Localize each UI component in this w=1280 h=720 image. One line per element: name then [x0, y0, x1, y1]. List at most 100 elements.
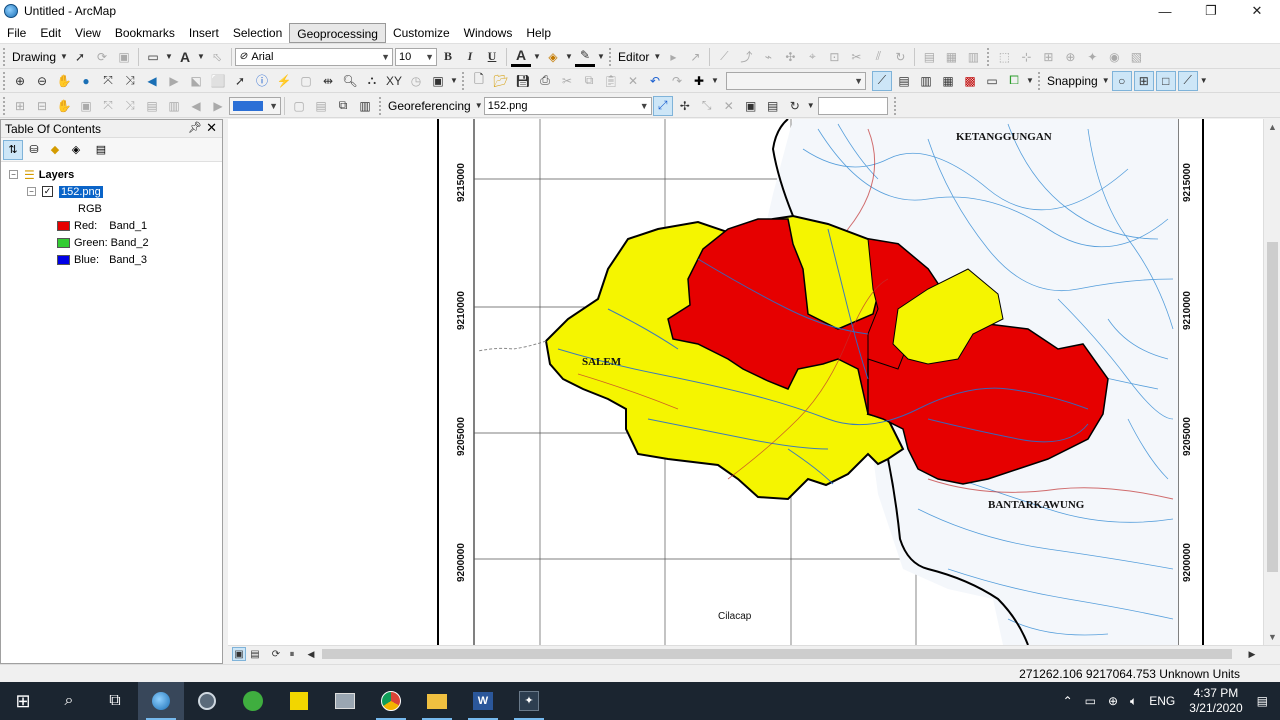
find-icon[interactable]: 🔍︎: [340, 71, 360, 91]
toolbar-grip[interactable]: [379, 96, 382, 115]
taskbar-arcmap-icon[interactable]: [138, 682, 184, 720]
copy-icon[interactable]: ⧉: [579, 71, 599, 91]
pin-icon[interactable]: 📌︎: [188, 121, 202, 134]
error-inspector-icon[interactable]: ▧: [1126, 47, 1146, 67]
rotate-icon[interactable]: ⟳: [92, 47, 112, 67]
network-icon[interactable]: ⊕: [1108, 694, 1118, 708]
close-button[interactable]: ✕: [1234, 0, 1280, 22]
rotate-feature-icon[interactable]: ↻: [890, 47, 910, 67]
undo-icon[interactable]: ↶: [645, 71, 665, 91]
menu-bookmarks[interactable]: Bookmarks: [108, 23, 182, 43]
model-builder-icon[interactable]: ⧠: [1004, 71, 1024, 91]
toggle-draft-mode-icon[interactable]: ▢: [289, 96, 309, 116]
list-by-source-icon[interactable]: ⛁: [24, 140, 44, 160]
search-window-icon[interactable]: ▦: [938, 71, 958, 91]
cut-polygons-icon[interactable]: ✂: [846, 47, 866, 67]
select-elements-tool-icon[interactable]: ➚: [230, 71, 250, 91]
scroll-right-icon[interactable]: ▶: [1245, 647, 1259, 661]
edit-vertices-icon[interactable]: ⌖: [802, 47, 822, 67]
end-point-arc-icon[interactable]: ⤴: [736, 47, 756, 67]
straight-segment-icon[interactable]: ⟋: [714, 47, 734, 67]
dropdown-arrow-icon[interactable]: ▼: [60, 47, 68, 67]
data-driven-pages-icon[interactable]: ▥: [355, 96, 375, 116]
menu-geoprocessing[interactable]: Geoprocessing: [289, 22, 386, 43]
paste-icon[interactable]: 📋︎: [601, 71, 621, 91]
list-by-selection-icon[interactable]: ◈: [66, 140, 86, 160]
line-color-icon[interactable]: ✎: [575, 47, 596, 67]
create-viewer-window-icon[interactable]: ▣: [428, 71, 448, 91]
horizontal-scrollbar[interactable]: [316, 648, 1246, 660]
editor-menu[interactable]: Editor: [615, 50, 652, 64]
layout-tool-10-icon[interactable]: ▶: [208, 96, 228, 116]
zoom-whole-page-icon[interactable]: ▣: [114, 47, 134, 67]
taskbar-arccatalog-icon[interactable]: [184, 682, 230, 720]
italic-button[interactable]: I: [460, 47, 480, 67]
toolbar-grip[interactable]: [987, 47, 990, 66]
horizontal-scroll-thumb[interactable]: [322, 649, 1232, 659]
layer-name[interactable]: 152.png: [59, 185, 103, 198]
toolbar-grip[interactable]: [893, 96, 897, 115]
rotation-angle-input[interactable]: [817, 96, 888, 115]
minimize-button[interactable]: —: [1142, 0, 1188, 22]
select-by-graphics-icon[interactable]: ⬕: [186, 71, 206, 91]
scroll-up-icon[interactable]: ▲: [1268, 122, 1277, 132]
edit-annotation-icon[interactable]: ↗: [685, 47, 705, 67]
select-elements-icon[interactable]: ➚: [70, 47, 90, 67]
layout-tool-3-icon[interactable]: ✋: [54, 96, 74, 116]
fixed-zoom-out-icon[interactable]: ⤨: [120, 71, 140, 91]
cut-icon[interactable]: ✂: [557, 71, 577, 91]
vertical-scroll-thumb[interactable]: [1267, 242, 1278, 572]
reshape-icon[interactable]: ⊡: [824, 47, 844, 67]
marker-icon[interactable]: ⬁: [207, 47, 227, 67]
layer-visibility-checkbox[interactable]: ✓: [42, 186, 53, 197]
delete-link-icon[interactable]: ✕: [719, 96, 739, 116]
back-extent-icon[interactable]: ◀: [142, 71, 162, 91]
georeference-layer-select[interactable]: 152.png ▼: [483, 96, 652, 115]
fix-topology-icon[interactable]: ◉: [1104, 47, 1124, 67]
identify-icon[interactable]: ⓘ: [252, 71, 272, 91]
menu-selection[interactable]: Selection: [226, 23, 289, 43]
focus-data-frame-icon[interactable]: ▤: [311, 96, 331, 116]
toolbar-grip[interactable]: [609, 47, 612, 66]
arctoolbox-icon[interactable]: ▩: [960, 71, 980, 91]
pan-icon[interactable]: ✋: [54, 71, 74, 91]
go-to-xy-icon[interactable]: XY: [384, 71, 404, 91]
clock[interactable]: 4:37 PM 3/21/2020: [1189, 686, 1242, 716]
menu-view[interactable]: View: [68, 23, 108, 43]
dropdown-arrow-icon[interactable]: ▼: [1102, 71, 1110, 91]
full-extent-icon[interactable]: ●: [76, 71, 96, 91]
layout-tool-4-icon[interactable]: ▣: [76, 96, 96, 116]
dropdown-arrow-icon[interactable]: ▼: [165, 47, 173, 67]
map-scale-select[interactable]: ▼: [726, 71, 866, 90]
taskbar-app-icon[interactable]: ✦: [506, 682, 552, 720]
rectangle-icon[interactable]: ▭: [143, 47, 163, 67]
scroll-down-icon[interactable]: ▼: [1268, 632, 1277, 642]
layout-tool-5-icon[interactable]: ⤧: [98, 96, 118, 116]
dropdown-arrow-icon[interactable]: ▼: [807, 96, 815, 116]
layout-tool-2-icon[interactable]: ⊟: [32, 96, 52, 116]
menu-help[interactable]: Help: [519, 23, 558, 43]
layout-zoom-select[interactable]: ▼: [229, 96, 281, 115]
layers-root-label[interactable]: Layers: [39, 169, 74, 181]
layout-tool-7-icon[interactable]: ▤: [142, 96, 162, 116]
hyperlink-icon[interactable]: ⚡: [274, 71, 294, 91]
open-folder-icon[interactable]: 📂︎: [491, 71, 511, 91]
dropdown-arrow-icon[interactable]: ▼: [597, 47, 605, 67]
collapse-icon[interactable]: −: [9, 170, 18, 179]
editor-toolbar-icon[interactable]: ⟋: [872, 70, 892, 91]
print-icon[interactable]: ⎙: [535, 71, 555, 91]
add-data-icon[interactable]: ✚: [689, 71, 709, 91]
zoom-in-icon[interactable]: ⊕: [10, 71, 30, 91]
map-topology-icon[interactable]: ⊹: [1016, 47, 1036, 67]
chevron-up-icon[interactable]: ⌃: [1063, 694, 1073, 708]
redo-icon[interactable]: ↷: [667, 71, 687, 91]
maximize-button[interactable]: ❐: [1188, 0, 1234, 22]
clear-selection-icon[interactable]: ⬜: [208, 71, 228, 91]
rotate-raster-icon[interactable]: ↻: [785, 96, 805, 116]
taskbar-file-explorer-icon[interactable]: [414, 682, 460, 720]
point-snapping-icon[interactable]: ○: [1111, 70, 1132, 91]
bold-button[interactable]: B: [438, 47, 458, 67]
time-slider-icon[interactable]: ◷: [406, 71, 426, 91]
toolbar-grip[interactable]: [1038, 71, 1041, 90]
dropdown-arrow-icon[interactable]: ▼: [533, 47, 541, 67]
